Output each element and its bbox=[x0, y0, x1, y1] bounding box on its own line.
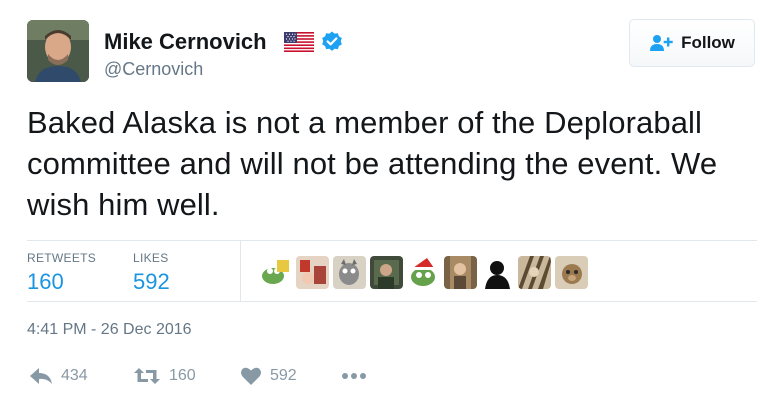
liker-avatar-7[interactable] bbox=[481, 256, 514, 289]
stats-divider-top bbox=[27, 240, 757, 241]
verified-badge-icon bbox=[320, 30, 344, 54]
liker-avatar-3[interactable] bbox=[333, 256, 366, 289]
retweet-count: 160 bbox=[169, 367, 196, 384]
retweet-icon bbox=[133, 366, 161, 386]
likes-label: LIKES bbox=[133, 251, 169, 265]
liker-avatar-8[interactable] bbox=[518, 256, 551, 289]
author-handle[interactable]: @Cernovich bbox=[104, 58, 203, 80]
follow-user-plus-icon bbox=[649, 34, 675, 52]
more-actions-button[interactable] bbox=[341, 362, 367, 390]
like-button[interactable]: 592 bbox=[240, 362, 297, 390]
like-count: 592 bbox=[270, 367, 297, 384]
likes-count: 592 bbox=[133, 269, 170, 294]
retweets-stat[interactable]: RETWEETS 160 bbox=[27, 251, 96, 295]
tweet-card: Mike Cernovich @Cernovich Follow Baked A… bbox=[0, 0, 775, 416]
reply-count: 434 bbox=[61, 367, 88, 384]
liker-avatar-4[interactable] bbox=[370, 256, 403, 289]
tweet-text: Baked Alaska is not a member of the Depl… bbox=[27, 105, 718, 222]
tweet-timestamp[interactable]: 4:41 PM - 26 Dec 2016 bbox=[27, 320, 192, 340]
stats-vertical-divider bbox=[240, 241, 241, 301]
author-avatar[interactable] bbox=[27, 20, 89, 82]
liker-avatar-9[interactable] bbox=[555, 256, 588, 289]
likers-avatar-list bbox=[259, 256, 588, 289]
retweets-label: RETWEETS bbox=[27, 251, 97, 265]
follow-button-label: Follow bbox=[681, 33, 735, 52]
us-flag-icon bbox=[284, 32, 314, 52]
author-display-name[interactable]: Mike Cernovich bbox=[104, 29, 267, 55]
liker-avatar-1[interactable] bbox=[259, 256, 292, 289]
follow-button[interactable]: Follow bbox=[629, 19, 755, 67]
heart-icon bbox=[240, 366, 262, 386]
stats-divider-bottom bbox=[27, 301, 757, 302]
more-dots-icon bbox=[341, 371, 367, 381]
likes-stat[interactable]: LIKES 592 bbox=[133, 251, 170, 295]
reply-button[interactable]: 434 bbox=[29, 362, 88, 390]
liker-avatar-2[interactable] bbox=[296, 256, 329, 289]
retweets-count: 160 bbox=[27, 269, 64, 294]
retweet-button[interactable]: 160 bbox=[133, 362, 196, 390]
liker-avatar-5[interactable] bbox=[407, 256, 440, 289]
reply-icon bbox=[29, 366, 53, 386]
liker-avatar-6[interactable] bbox=[444, 256, 477, 289]
